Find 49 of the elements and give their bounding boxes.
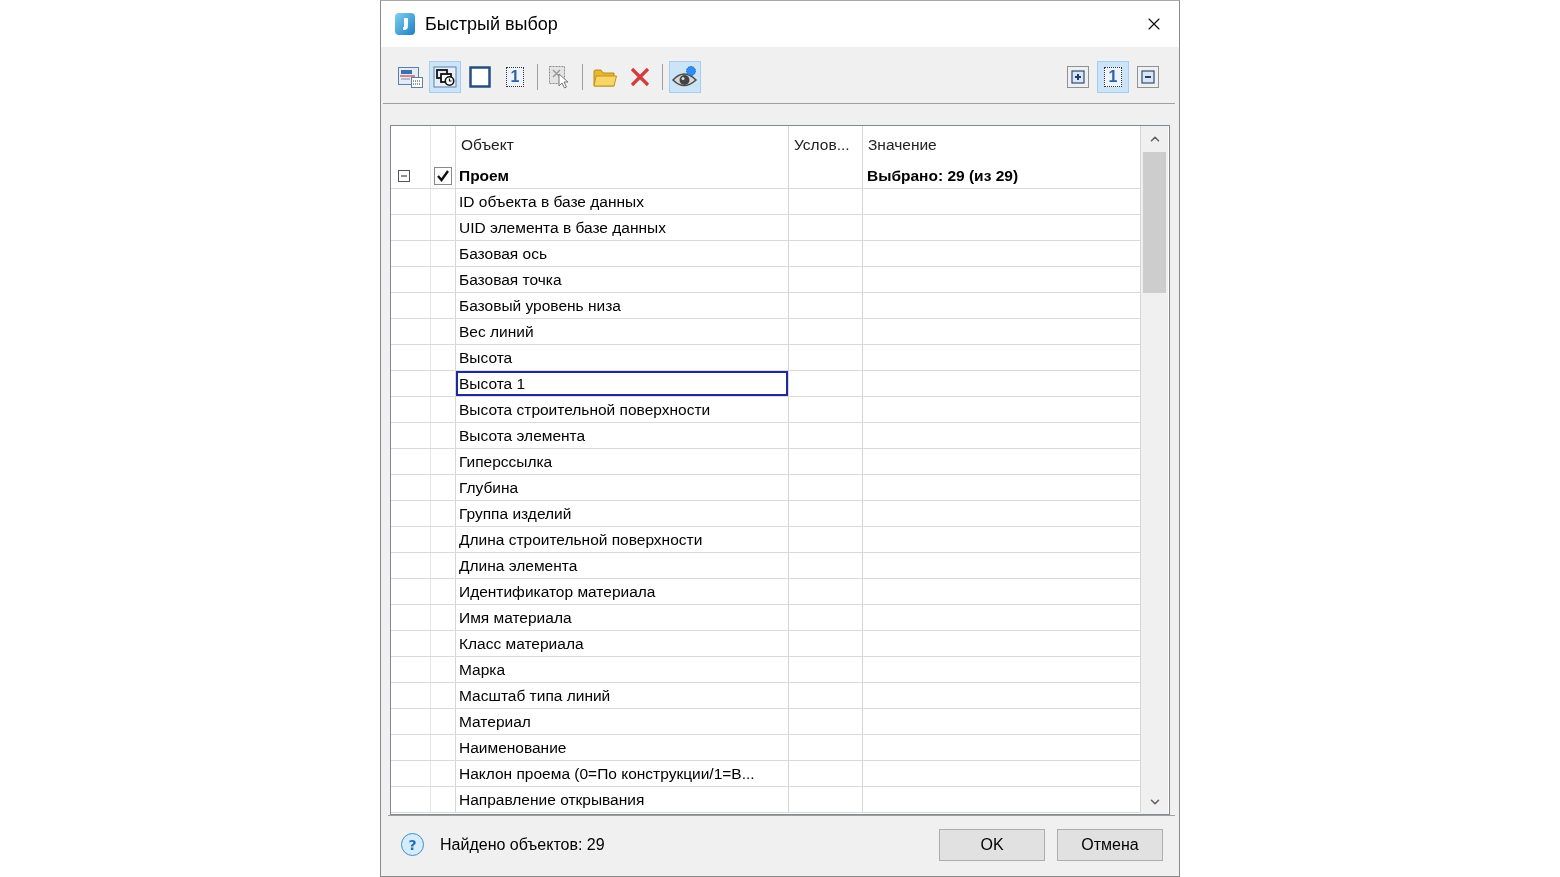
table-cell[interactable]: Высота элемента: [456, 423, 789, 448]
column-header[interactable]: Услов...: [789, 126, 863, 164]
table-cell[interactable]: Базовый уровень низа: [456, 293, 789, 318]
overlapping-squares-icon: [433, 66, 457, 88]
table-cell[interactable]: Гиперссылка: [456, 449, 789, 474]
table-cell[interactable]: Вес линий: [456, 319, 789, 344]
scrollbar-thumb[interactable]: [1143, 152, 1166, 293]
folder-icon: [593, 67, 617, 87]
table-cell[interactable]: Масштаб типа линий: [456, 683, 789, 708]
toolbar-button[interactable]: [669, 61, 701, 93]
minus-box-icon: [1137, 66, 1159, 88]
table-cell[interactable]: Высота 1: [456, 371, 789, 396]
table-cell[interactable]: Марка: [456, 657, 789, 682]
table-cell[interactable]: Длина строительной поверхности: [456, 527, 789, 552]
table-cell[interactable]: Наименование: [456, 735, 789, 760]
dialog-button[interactable]: OK: [939, 829, 1045, 861]
window-title: Быстрый выбор: [425, 13, 558, 35]
app-icon: [395, 13, 415, 35]
table-cell[interactable]: Высота строительной поверхности: [456, 397, 789, 422]
dialog-button[interactable]: Отмена: [1057, 829, 1163, 861]
checkbox[interactable]: [434, 167, 452, 185]
tree-toggle[interactable]: [398, 170, 410, 182]
number-button[interactable]: 1: [1097, 61, 1129, 93]
table-cell[interactable]: Базовая ось: [456, 241, 789, 266]
table-cell[interactable]: Глубина: [456, 475, 789, 500]
column-header[interactable]: Объект: [456, 126, 789, 164]
eye-icon: [672, 65, 698, 89]
table-cell[interactable]: Базовая точка: [456, 267, 789, 292]
table-cell[interactable]: Идентификатор материала: [456, 579, 789, 604]
table-cell[interactable]: Длина элемента: [456, 553, 789, 578]
table-cell[interactable]: Группа изделий: [456, 501, 789, 526]
square-icon: [469, 66, 491, 88]
number-button[interactable]: 1: [499, 61, 531, 93]
group-name: Проем: [456, 164, 789, 188]
table-cell[interactable]: Высота: [456, 345, 789, 370]
table-cell[interactable]: Направление открывания: [456, 787, 789, 812]
help-button[interactable]: ?: [401, 833, 424, 856]
scrollbar[interactable]: [1141, 126, 1168, 814]
sheet-icon: [397, 66, 423, 88]
table-cell[interactable]: UID элемента в базе данных: [456, 215, 789, 240]
toolbar-button[interactable]: [429, 61, 461, 93]
table-cell[interactable]: ID объекта в базе данных: [456, 189, 789, 214]
table-cell[interactable]: Наклон проема (0=По конструкции/1=В...: [456, 761, 789, 786]
plus-box-icon: [1067, 66, 1089, 88]
table-cell[interactable]: Материал: [456, 709, 789, 734]
status-text: Найдено объектов: 29: [440, 836, 605, 854]
table-cell[interactable]: Класс материала: [456, 631, 789, 656]
table-cell[interactable]: Имя материала: [456, 605, 789, 630]
cross-icon: [630, 67, 650, 87]
